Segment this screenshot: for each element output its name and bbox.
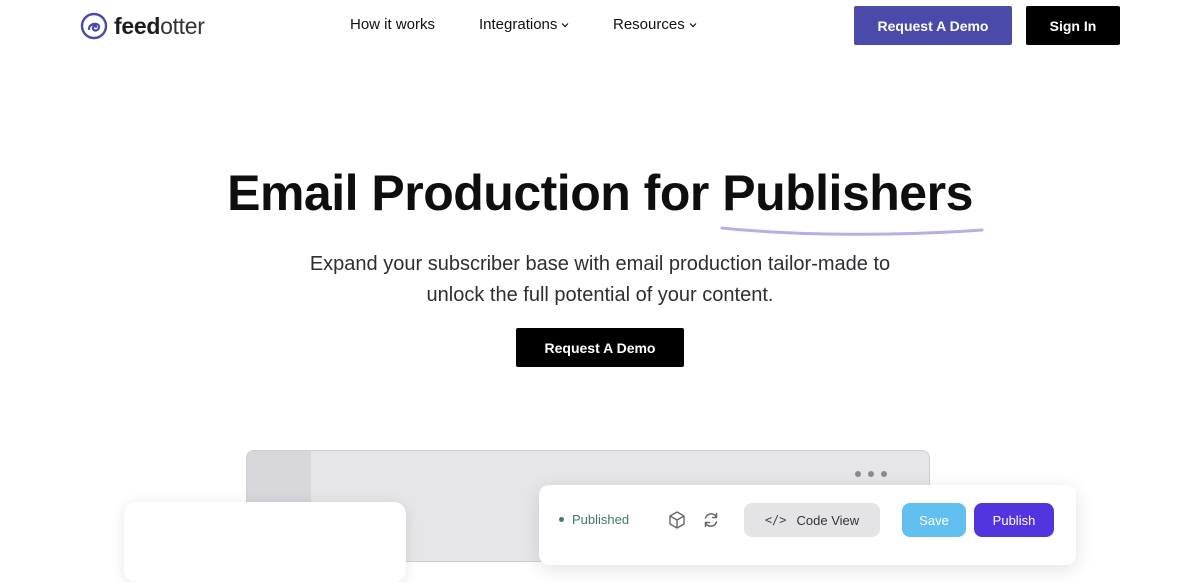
cube-icon[interactable] [667,510,687,530]
hero-request-demo-button[interactable]: Request A Demo [516,328,684,367]
nav-link-label: Integrations [479,16,558,33]
nav-link-label: How it works [350,16,436,33]
dot [855,471,861,477]
chevron-down-icon [561,22,569,27]
hero-subtitle-line-2: unlock the full potential of your conten… [426,284,774,306]
nav-link-integrations[interactable]: Integrations [479,16,569,33]
status-label: Published [572,512,630,527]
code-icon: </> [764,513,787,527]
nav-link-label: Resources [613,16,685,33]
otter-logo-icon [80,12,108,40]
dot [868,471,874,477]
save-button[interactable]: Save [902,503,966,537]
code-view-label: Code View [796,512,860,528]
top-navigation: feedotter How it works Integrations Reso… [0,0,1200,52]
publish-status: Published [559,512,629,527]
feedotter-logo[interactable]: feedotter [80,10,205,42]
hero-title-highlight-text: Publishers [722,165,973,221]
status-dot-icon [559,517,564,522]
hero-title-prefix: Email Production for [227,165,709,221]
refresh-icon[interactable] [701,510,721,530]
underline-swoosh-icon [720,226,984,236]
publish-button[interactable]: Publish [974,503,1054,537]
sign-in-button[interactable]: Sign In [1026,6,1120,45]
dot [881,471,887,477]
chevron-down-icon [689,22,697,27]
more-options-icon [855,471,887,477]
hero-title-highlight: Publishers [720,164,984,236]
code-view-button[interactable]: </> Code View [744,503,880,537]
editor-toolbar: Published </> Code View Save Publish [539,485,1076,565]
hero-subtitle: Expand your subscriber base with email p… [250,249,950,311]
nav-link-resources[interactable]: Resources [613,16,697,33]
request-demo-button[interactable]: Request A Demo [854,6,1012,45]
nav-link-how-it-works[interactable]: How it works [350,16,435,33]
editor-card [124,502,406,582]
hero-title: Email Production for Publishers [0,164,1200,236]
hero-subtitle-line-1: Expand your subscriber base with email p… [309,253,891,275]
logo-wordmark: feedotter [114,12,205,39]
